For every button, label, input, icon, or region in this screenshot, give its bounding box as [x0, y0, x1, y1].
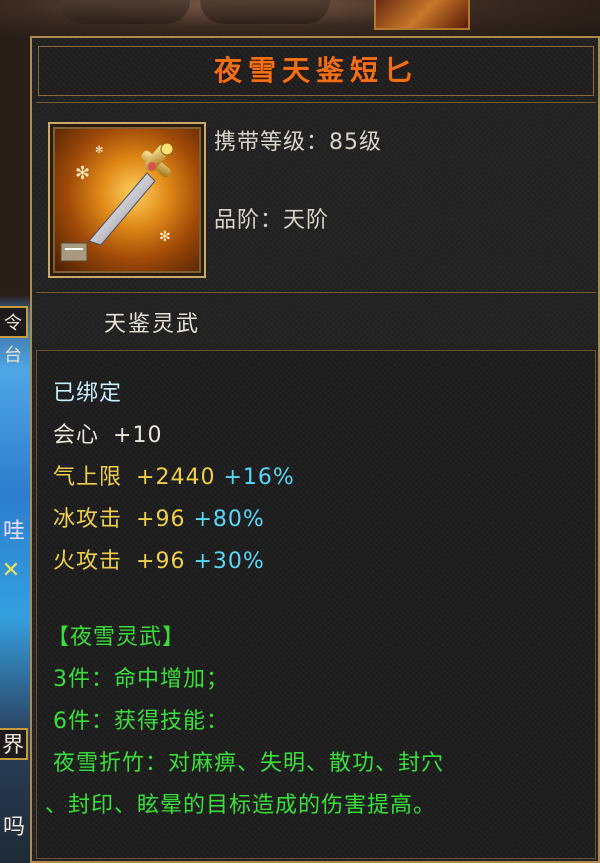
stat-bonus: +80%	[193, 507, 265, 532]
divider	[36, 292, 596, 293]
grade-row: 品阶：天阶	[214, 202, 329, 234]
svg-text:✻: ✻	[95, 145, 103, 156]
bound-status: 已绑定	[53, 381, 123, 406]
set-bonus-3: 3件：命中增加；	[53, 667, 229, 692]
golden-dagger-icon: ✻ ✻ ✻	[53, 127, 201, 273]
background-ornament	[60, 0, 190, 24]
carry-level-label: 携带等级：	[214, 130, 330, 155]
item-tooltip: 夜雪天鉴短匕 ✻ ✻ ✻ 携带等级：85级 品阶：天阶 天鉴灵武 已绑定 会心 …	[30, 36, 600, 863]
stat-bonus: +30%	[193, 549, 265, 574]
divider	[36, 102, 596, 103]
set-bonus-6: 6件：获得技能：	[53, 709, 229, 734]
stat-value: +10	[113, 423, 163, 448]
item-icon-frame[interactable]: ✻ ✻ ✻	[48, 122, 206, 278]
stat-row: 火攻击 +96 +30%	[53, 543, 265, 575]
svg-text:✻: ✻	[159, 229, 171, 245]
stat-name: 会心	[53, 423, 100, 448]
stat-name: 火攻击	[53, 549, 123, 574]
item-name: 夜雪天鉴短匕	[213, 54, 418, 87]
stat-value: +96	[136, 549, 186, 574]
stat-row: 会心 +10	[53, 417, 162, 449]
skill-description: 夜雪折竹：对麻痹、失明、散功、封穴	[53, 751, 445, 776]
grade-label: 品阶：	[214, 208, 284, 233]
left-window-tab[interactable]: 令台	[0, 306, 28, 366]
stat-row: 气上限 +2440 +16%	[53, 459, 295, 491]
stat-value: +2440	[136, 465, 216, 490]
set-title: 【夜雪灵武】	[47, 625, 186, 650]
carry-level-row: 携带等级：85级	[214, 124, 382, 156]
grade-value: 天阶	[283, 208, 330, 233]
background-ornament	[200, 0, 330, 24]
stat-name: 气上限	[53, 465, 123, 490]
left-chat-text: 哇	[2, 519, 25, 544]
top-item-thumbnail[interactable]	[374, 0, 470, 30]
stat-row: 冰攻击 +96 +80%	[53, 501, 265, 533]
item-category: 天鉴灵武	[104, 312, 201, 337]
stat-bonus: +16%	[223, 465, 295, 490]
left-window-tab[interactable]: 界	[0, 728, 28, 760]
title-bar: 夜雪天鉴短匕	[38, 46, 594, 96]
stat-value: +96	[136, 507, 186, 532]
stat-name: 冰攻击	[53, 507, 123, 532]
left-chat-text: 吗	[2, 815, 25, 840]
skill-description-cont: 、封印、眩晕的目标造成的伤害提高。	[45, 793, 437, 818]
carry-level-value: 85级	[329, 130, 383, 155]
close-icon[interactable]: ✕	[0, 560, 22, 582]
stats-panel: 已绑定 会心 +10 气上限 +2440 +16% 冰攻击 +96 +80% 火攻击 +96…	[36, 350, 596, 859]
svg-text:✻: ✻	[75, 163, 90, 184]
